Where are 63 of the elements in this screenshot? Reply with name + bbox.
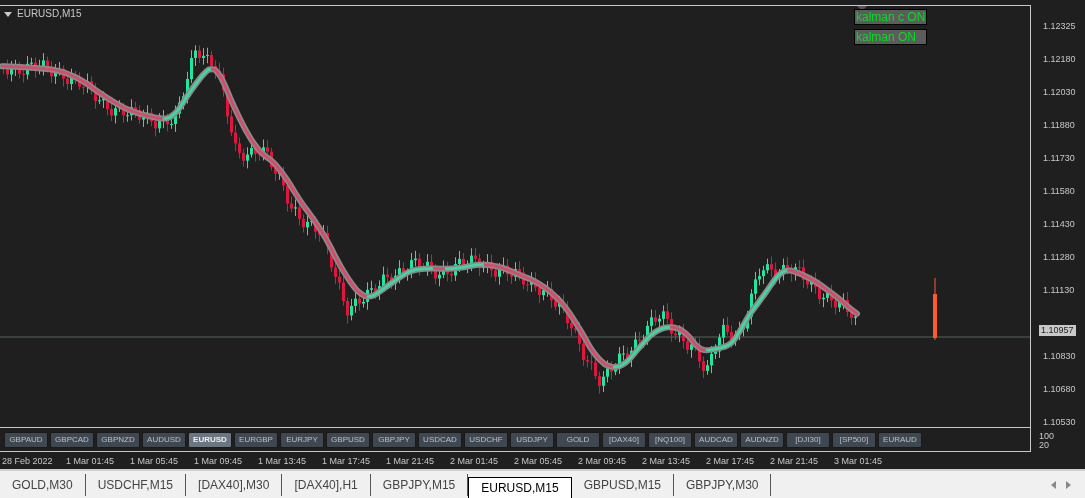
time-axis-label: 1 Mar 01:45 <box>66 455 116 468</box>
symbol-button[interactable]: AUDUSD <box>142 431 186 448</box>
time-axis-label: 2 Mar 13:45 <box>642 455 692 468</box>
symbol-button[interactable]: USDCHF <box>464 431 508 448</box>
time-axis-label: 2 Mar 05:45 <box>514 455 564 468</box>
chart-tab[interactable]: GBPJPY,M30 <box>674 473 772 496</box>
price-axis-label: 1.10830 <box>1043 352 1076 361</box>
price-axis-label: 1.12180 <box>1043 55 1076 64</box>
symbol-button[interactable]: GBPNZD <box>96 431 140 448</box>
time-axis-label: 2 Mar 21:45 <box>770 455 820 468</box>
chart-tab[interactable]: [DAX40],M30 <box>186 473 283 496</box>
time-axis-label: 1 Mar 17:45 <box>322 455 372 468</box>
indicator-label: kalman c ON <box>854 9 928 25</box>
symbol-button[interactable]: GBPAUD <box>4 431 48 448</box>
scroll-left-icon[interactable] <box>1051 480 1056 489</box>
chart-tab[interactable]: GBPUSD,M15 <box>571 473 674 496</box>
current-price-label: 1.10957 <box>1039 325 1076 336</box>
scroll-right-icon[interactable] <box>1066 480 1071 489</box>
chart-tab[interactable]: USDCHF,M15 <box>85 473 187 496</box>
price-axis-label: 1.11130 <box>1043 286 1075 295</box>
symbol-button[interactable]: EURAUD <box>878 431 922 448</box>
symbol-button[interactable]: AUDCAD <box>694 431 738 448</box>
time-axis-label: 28 Feb 2022 <box>2 455 54 468</box>
price-axis-label: 1.11730 <box>1043 154 1075 163</box>
time-axis-label: 1 Mar 05:45 <box>130 455 180 468</box>
symbol-button[interactable]: USDJPY <box>510 431 554 448</box>
symbol-button[interactable]: [DAX40] <box>602 431 646 448</box>
chart-tab[interactable]: [DAX40],H1 <box>282 473 371 496</box>
chart-tab[interactable]: EURUSD,M15 <box>468 476 572 498</box>
time-axis-label: 2 Mar 09:45 <box>578 455 628 468</box>
symbol-button[interactable]: GBPCAD <box>50 431 94 448</box>
symbol-button[interactable]: GOLD <box>556 431 600 448</box>
time-axis-label: 2 Mar 17:45 <box>706 455 756 468</box>
price-axis-label: 1.11280 <box>1043 253 1075 262</box>
symbol-button[interactable]: EURGBP <box>234 431 278 448</box>
symbol-button[interactable]: GBPJPY <box>372 431 416 448</box>
symbol-button[interactable]: GBPUSD <box>326 431 370 448</box>
symbol-button[interactable]: AUDNZD <box>740 431 784 448</box>
symbol-button[interactable]: [NQ100] <box>648 431 692 448</box>
subwindow-scale-label: 100 <box>1039 432 1055 441</box>
symbol-button[interactable]: EURJPY <box>280 431 324 448</box>
dropdown-icon[interactable] <box>4 11 12 17</box>
symbol-button[interactable]: [DJI30] <box>786 431 830 448</box>
price-axis-label: 1.11430 <box>1043 220 1075 229</box>
candle <box>933 277 937 341</box>
symbol-button[interactable]: USDCAD <box>418 431 462 448</box>
price-axis-label: 1.10680 <box>1043 385 1076 394</box>
time-axis-label: 1 Mar 13:45 <box>258 455 308 468</box>
symbol-button[interactable]: EURUSD <box>188 431 232 448</box>
symbol-button[interactable]: [SP500] <box>832 431 876 448</box>
time-axis-label: 1 Mar 21:45 <box>386 455 436 468</box>
price-axis-label: 1.12325 <box>1043 22 1076 31</box>
time-axis-label: 1 Mar 09:45 <box>194 455 244 468</box>
time-axis-label: 3 Mar 01:45 <box>834 455 884 468</box>
price-axis-label: 1.12030 <box>1043 88 1076 97</box>
indicator-label: kalman ON <box>854 29 928 45</box>
subwindow-scale-label: 20 <box>1039 441 1050 450</box>
price-axis-label: 1.11880 <box>1043 121 1075 130</box>
time-axis-label: 2 Mar 01:45 <box>450 455 500 468</box>
chart-title: EURUSD,M15 <box>17 9 82 19</box>
price-axis-label: 1.10530 <box>1043 418 1076 427</box>
price-axis-label: 1.11580 <box>1043 187 1075 196</box>
chart-tab[interactable]: GOLD,M30 <box>0 473 86 496</box>
